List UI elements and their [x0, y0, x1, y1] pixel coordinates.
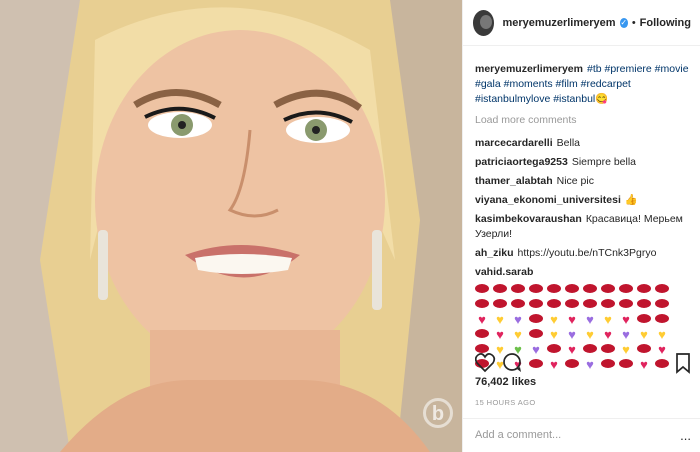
lips-emoji-icon [493, 299, 507, 311]
heart-purple-emoji-icon: ♥ [568, 327, 576, 342]
heart-purple-emoji-icon: ♥ [514, 312, 522, 327]
comment-bubble-icon[interactable] [503, 353, 521, 372]
lips-emoji-icon [565, 284, 579, 296]
heart-yellow-emoji-icon: ♥ [514, 327, 522, 342]
follow-status-button[interactable]: Following [640, 17, 691, 29]
post-header: meryemuzerlimeryem ✓ • Following [463, 0, 700, 46]
comment-row: thamer_alabtah Nice pic [475, 174, 693, 189]
comment-row: viyana_ekonomi_universitesi 👍 [475, 193, 693, 208]
comment-username[interactable]: viyana_ekonomi_universitesi [475, 194, 621, 206]
action-bar [474, 352, 693, 374]
lips-emoji-icon [619, 284, 633, 296]
comment-username[interactable]: ah_ziku [475, 247, 514, 259]
comment-username[interactable]: kasimbekovaraushan [475, 213, 582, 225]
heart-red-emoji-icon: ♥ [496, 327, 504, 342]
lips-emoji-icon [583, 299, 597, 311]
comment-username[interactable]: marcecardarelli [475, 137, 553, 149]
more-options-icon[interactable]: ... [680, 428, 691, 443]
comment-row: vahid.sarab [475, 265, 693, 280]
heart-yellow-emoji-icon: ♥ [550, 327, 558, 342]
heart-yellow-emoji-icon: ♥ [658, 327, 666, 342]
tongue-kiss-emoji-icon: 😋 [595, 93, 609, 105]
heart-purple-emoji-icon: ♥ [622, 327, 630, 342]
comment-text: Bella [556, 137, 580, 149]
post-timestamp: 15 HOURS AGO [475, 398, 536, 407]
post-photo[interactable]: b [0, 0, 462, 452]
lips-emoji-icon [583, 284, 597, 296]
comment-username[interactable]: vahid.sarab [475, 266, 533, 278]
lips-emoji-icon [637, 299, 651, 311]
comment-row: marcecardarelli Bella [475, 136, 693, 151]
avatar[interactable] [473, 9, 495, 36]
heart-yellow-emoji-icon: ♥ [550, 312, 558, 327]
comment-text: 👍 [624, 194, 638, 206]
heart-yellow-emoji-icon: ♥ [604, 312, 612, 327]
lips-emoji-icon [637, 284, 651, 296]
lips-emoji-icon [475, 299, 489, 311]
heart-yellow-emoji-icon: ♥ [586, 327, 594, 342]
comment-row: ah_ziku https://youtu.be/nTCnk3Pgryo [475, 246, 693, 261]
lips-emoji-icon [511, 284, 525, 296]
lips-emoji-icon [529, 314, 543, 326]
lips-emoji-icon [637, 314, 651, 326]
lips-emoji-icon [475, 284, 489, 296]
lips-emoji-icon [529, 284, 543, 296]
instagram-post: b meryemuzerlimeryem ✓ • Following merye… [0, 0, 700, 452]
heart-yellow-emoji-icon: ♥ [496, 312, 504, 327]
separator-dot: • [631, 16, 636, 29]
portrait-illustration [0, 0, 462, 452]
comment-text: Siempre bella [571, 156, 637, 168]
heart-red-emoji-icon: ♥ [568, 312, 576, 327]
like-count[interactable]: 76,402 likes [475, 376, 536, 388]
lips-emoji-icon [547, 284, 561, 296]
lips-emoji-icon [475, 329, 489, 341]
heart-purple-emoji-icon: ♥ [586, 312, 594, 327]
like-heart-icon[interactable] [474, 353, 496, 373]
heart-red-emoji-icon: ♥ [622, 312, 630, 327]
lips-emoji-icon [655, 299, 669, 311]
heart-red-emoji-icon: ♥ [604, 327, 612, 342]
bookmark-icon[interactable] [676, 353, 690, 374]
lips-emoji-icon [547, 299, 561, 311]
username[interactable]: meryemuzerlimeryem [502, 17, 615, 29]
lips-emoji-icon [493, 284, 507, 296]
lips-emoji-icon [565, 299, 579, 311]
lips-emoji-icon [601, 299, 615, 311]
heart-yellow-emoji-icon: ♥ [640, 327, 648, 342]
lips-emoji-icon [529, 299, 543, 311]
lips-emoji-icon [529, 329, 543, 341]
post-sidebar: meryemuzerlimeryem ✓ • Following meryemu… [462, 0, 700, 452]
watermark-logo: b [423, 398, 453, 428]
lips-emoji-icon [511, 299, 525, 311]
comment-text: Nice pic [556, 175, 594, 187]
comment-username[interactable]: patriciaortega9253 [475, 156, 568, 168]
add-comment-input[interactable]: Add a comment... [463, 418, 700, 452]
lips-emoji-icon [619, 299, 633, 311]
comment-row: patriciaortega9253 Siempre bella [475, 155, 693, 170]
comment-username[interactable]: thamer_alabtah [475, 175, 553, 187]
caption-username[interactable]: meryemuzerlimeryem [475, 63, 583, 75]
heart-red-emoji-icon: ♥ [478, 312, 486, 327]
comment-list: marcecardarelli Bella patriciaortega9253 Si… [475, 136, 693, 280]
verified-badge-icon: ✓ [619, 17, 628, 28]
comments-section: meryemuzerlimeryem #tb #premiere #movie #… [475, 62, 693, 371]
lips-emoji-icon [655, 284, 669, 296]
action-icons [474, 353, 690, 374]
lips-emoji-icon [601, 284, 615, 296]
lips-emoji-icon [655, 314, 669, 326]
comment-row: kasimbekovaraushan Красавица! Мерьем Узер… [475, 212, 693, 242]
caption: meryemuzerlimeryem #tb #premiere #movie #… [475, 62, 693, 107]
comment-text[interactable]: https://youtu.be/nTCnk3Pgryo [518, 247, 657, 259]
load-more-comments-link[interactable]: Load more comments [475, 113, 693, 128]
